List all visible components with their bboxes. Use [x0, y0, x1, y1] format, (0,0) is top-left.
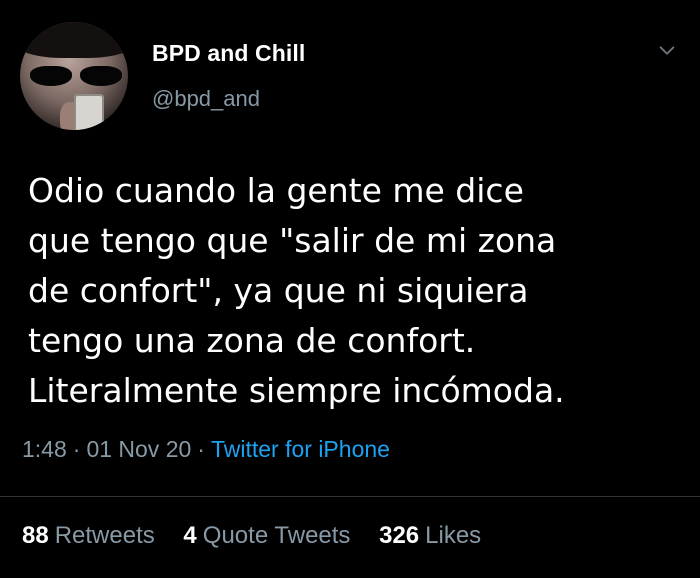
retweets-stat[interactable]: 88 Retweets [22, 522, 155, 550]
display-name[interactable]: BPD and Chill [152, 40, 305, 67]
retweets-label: Retweets [54, 522, 155, 549]
tweet-date[interactable]: 01 Nov 20 [86, 436, 191, 462]
avatar[interactable] [20, 22, 128, 130]
chevron-down-icon[interactable] [656, 40, 678, 62]
tweet-text-line: Odio cuando la gente me dice [28, 171, 524, 210]
tweet-text: Odio cuando la gente me dice que tengo q… [28, 166, 698, 416]
tweet-card: BPD and Chill @bpd_and Odio cuando la ge… [0, 0, 700, 578]
avatar-phone [74, 94, 104, 130]
quote-tweets-count: 4 [183, 522, 197, 549]
tweet-text-line: tengo una zona de confort. [28, 321, 476, 360]
tweet-text-line: de confort", ya que ni siquiera [28, 271, 529, 310]
likes-count: 326 [379, 522, 420, 549]
tweet-time[interactable]: 1:48 [22, 436, 67, 462]
engagement-stats: 88 Retweets 4 Quote Tweets 326 Likes [22, 522, 503, 550]
tweet-text-line: Literalmente siempre incómoda. [28, 371, 565, 410]
meta-separator: · [72, 436, 81, 462]
tweet-metadata: 1:48 · 01 Nov 20 · Twitter for iPhone [22, 436, 390, 463]
avatar-hair [20, 22, 128, 58]
quote-tweets-label: Quote Tweets [202, 522, 351, 549]
tweet-text-line: que tengo que "salir de mi zona [28, 221, 557, 260]
meta-separator: · [197, 436, 205, 462]
likes-stat[interactable]: 326 Likes [379, 522, 481, 550]
user-handle[interactable]: @bpd_and [152, 86, 260, 112]
likes-label: Likes [425, 522, 482, 549]
avatar-sunglasses [30, 66, 122, 88]
divider [0, 496, 700, 497]
quote-tweets-stat[interactable]: 4 Quote Tweets [183, 522, 350, 550]
tweet-source-link[interactable]: Twitter for iPhone [211, 436, 390, 462]
retweets-count: 88 [22, 522, 49, 549]
